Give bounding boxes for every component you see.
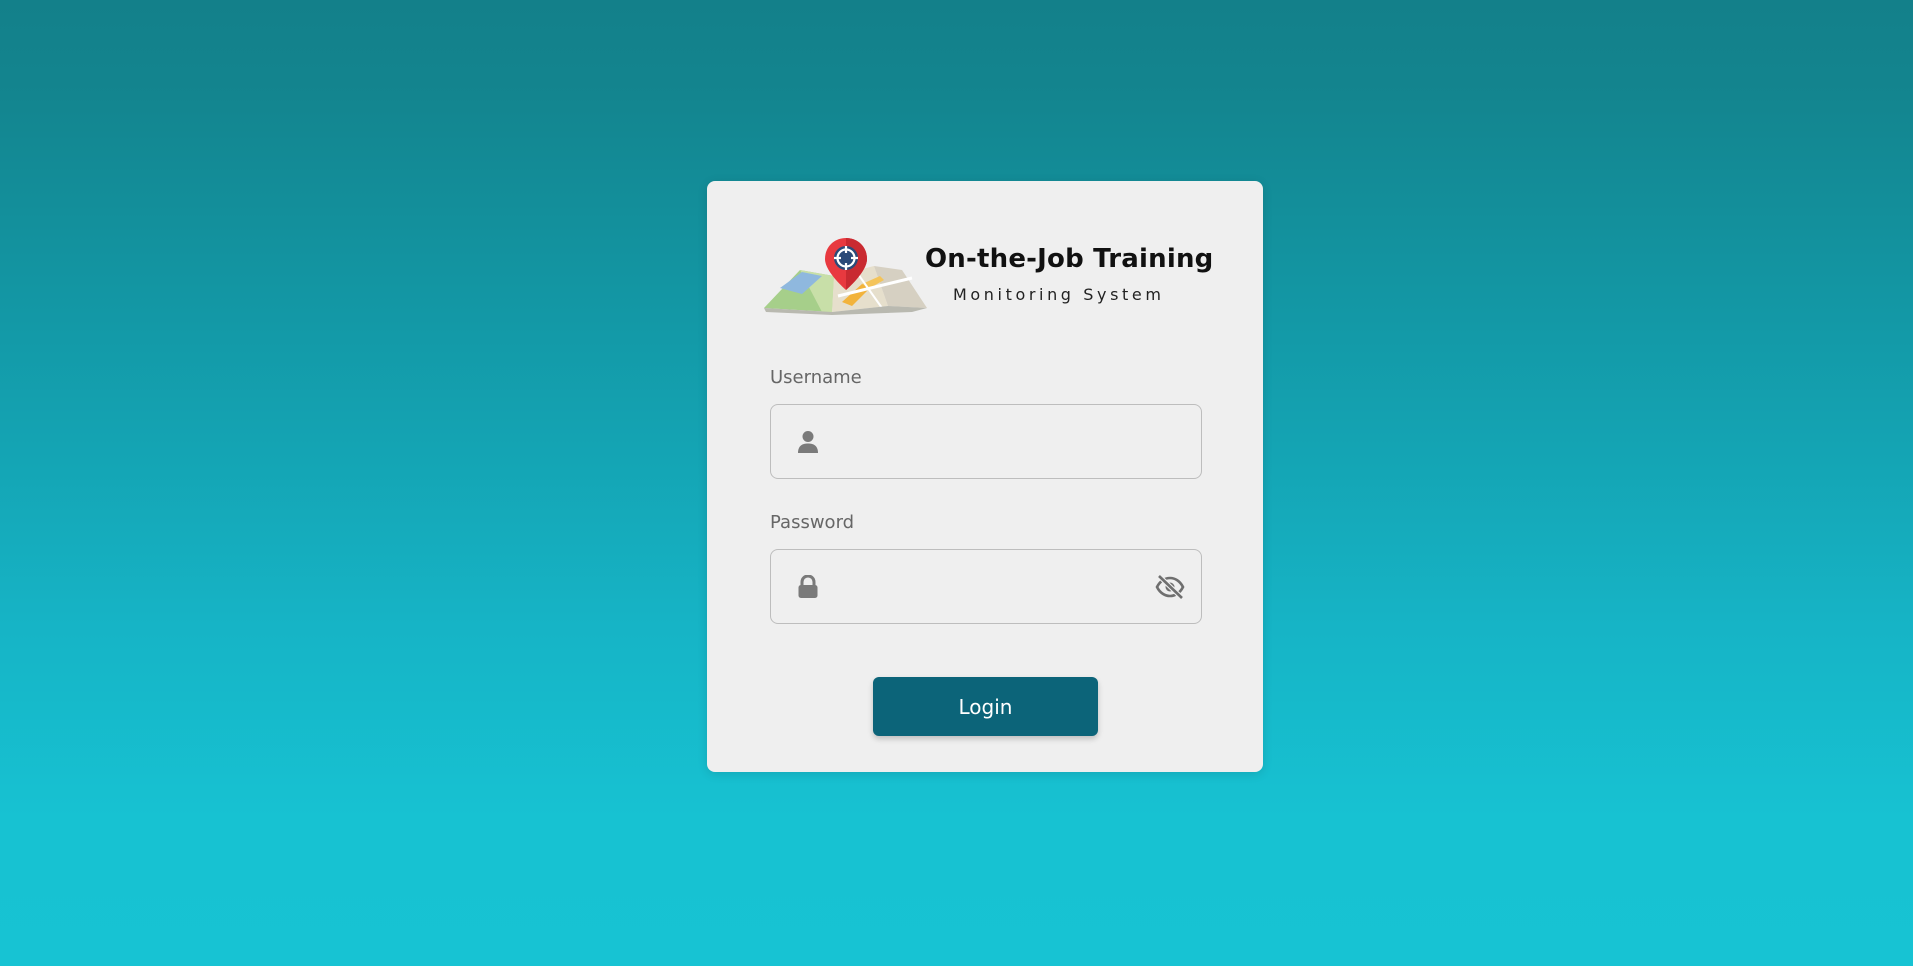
password-field-wrapper[interactable]	[770, 549, 1202, 625]
map-pin-icon	[764, 238, 927, 315]
username-field-wrapper[interactable]	[770, 404, 1202, 480]
password-input[interactable]	[833, 550, 1137, 625]
user-icon	[798, 431, 818, 453]
lock-icon	[798, 575, 818, 598]
login-page: { "logo": { "title": "On-the-Job Trainin…	[0, 0, 1913, 966]
app-logo: On-the-Job Training Monitoring System	[762, 236, 1214, 316]
login-button[interactable]: Login	[873, 677, 1098, 736]
eye-slash-icon[interactable]	[1155, 574, 1185, 600]
username-label: Username	[770, 367, 862, 388]
login-card: On-the-Job Training Monitoring System Us…	[707, 181, 1263, 772]
password-label: Password	[770, 512, 855, 533]
logo-title: On-the-Job Training	[925, 244, 1214, 274]
username-input[interactable]	[833, 405, 1137, 480]
logo-subtitle: Monitoring System	[953, 285, 1165, 304]
